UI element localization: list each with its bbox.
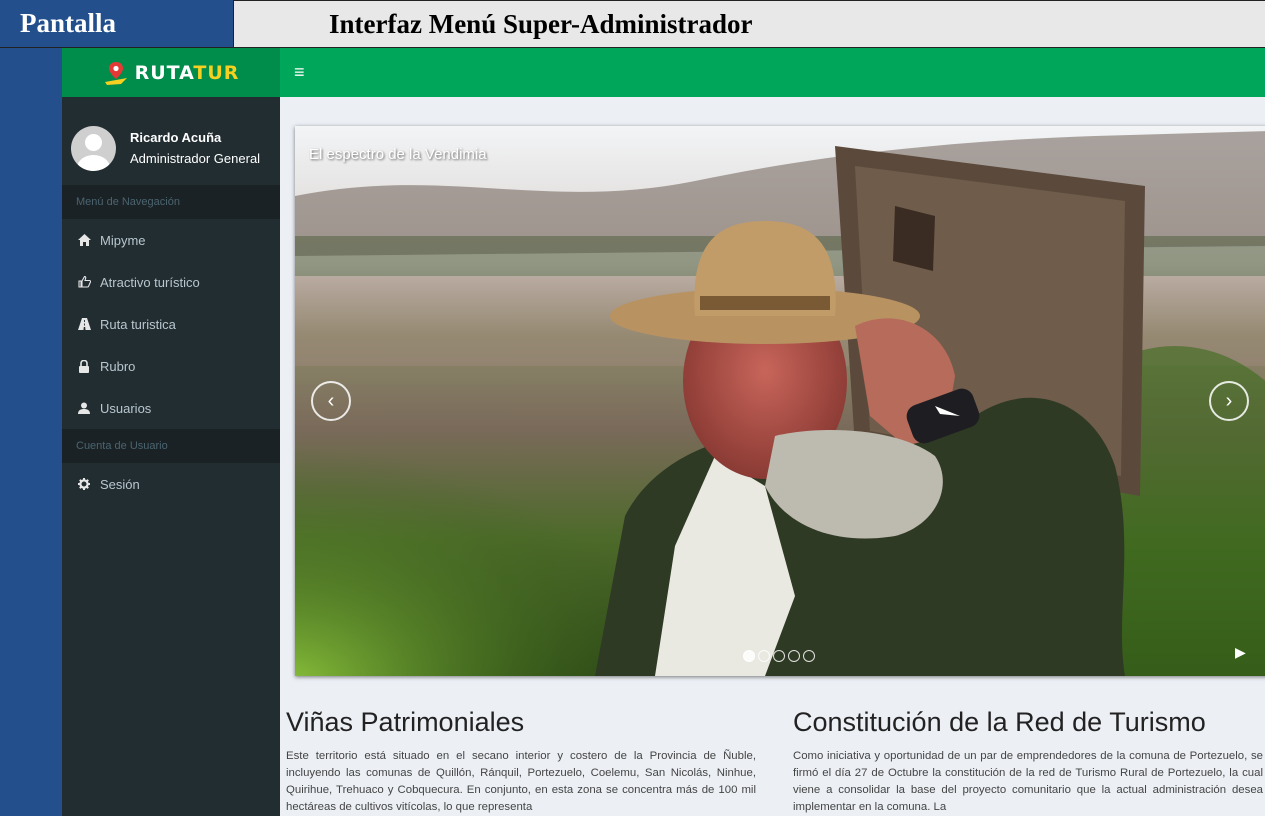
carousel-indicator[interactable] — [758, 650, 770, 662]
carousel-indicator[interactable] — [788, 650, 800, 662]
carousel-slide-image — [295, 126, 1265, 676]
menu-toggle-icon[interactable]: ≡ — [294, 62, 305, 83]
avatar — [71, 126, 116, 171]
thumbs-up-icon — [78, 276, 100, 288]
sidebar-item-label: Usuarios — [100, 400, 152, 416]
sidebar-item-rubro[interactable]: Rubro — [62, 345, 280, 387]
document-frame-left — [0, 0, 62, 816]
article-body: Este territorio está situado en el secan… — [286, 750, 756, 813]
nav-section-header: Menú de Navegación — [62, 185, 280, 219]
article-title: Constitución de la Red de Turismo — [793, 707, 1206, 737]
sidebar-item-label: Rubro — [100, 358, 136, 374]
main-content: El espectro de la Vendimia ‹ › ▶ Viñas P… — [280, 97, 1265, 816]
user-role: Administrador General — [130, 151, 261, 166]
user-icon — [78, 402, 100, 414]
road-icon — [78, 318, 100, 330]
carousel-indicators — [743, 650, 815, 662]
chevron-left-icon: ‹ — [327, 389, 335, 412]
lock-icon — [78, 359, 100, 373]
chevron-right-icon: › — [1225, 389, 1233, 412]
document-screen-title: Interfaz Menú Super-Administrador — [234, 0, 1265, 48]
document-screen-label: Pantalla — [0, 0, 234, 48]
carousel-indicator[interactable] — [773, 650, 785, 662]
sidebar-item-label: Mipyme — [100, 232, 146, 248]
article-body: Como iniciativa y oportunidad de un par … — [793, 750, 1263, 813]
sidebar-item-label: Sesión — [100, 476, 140, 492]
app-window: RUTATUR ≡ Ricardo Acuña Administrador Ge… — [62, 48, 1265, 816]
carousel-prev-button[interactable]: ‹ — [311, 381, 351, 421]
map-pin-icon — [104, 61, 127, 85]
sidebar-item-ruta[interactable]: Ruta turistica — [62, 303, 280, 345]
carousel-next-button[interactable]: › — [1209, 381, 1249, 421]
sidebar-item-sesion[interactable]: Sesión — [62, 463, 280, 505]
app-logo[interactable]: RUTATUR — [62, 48, 280, 97]
carousel-indicator[interactable] — [743, 650, 755, 662]
home-icon — [78, 234, 100, 246]
image-carousel[interactable]: El espectro de la Vendimia ‹ › ▶ — [295, 126, 1265, 676]
account-section-header: Cuenta de Usuario — [62, 429, 280, 463]
carousel-indicator[interactable] — [803, 650, 815, 662]
sidebar-item-label: Atractivo turístico — [100, 274, 200, 290]
sidebar: Ricardo Acuña Administrador General Menú… — [62, 97, 280, 816]
gear-icon — [78, 478, 100, 490]
user-panel: Ricardo Acuña Administrador General — [62, 97, 280, 177]
article-title: Viñas Patrimoniales — [286, 707, 525, 737]
article-card: Viñas Patrimoniales Este territorio está… — [286, 707, 756, 816]
logo-text: RUTATUR — [134, 61, 240, 84]
carousel-caption: El espectro de la Vendimia — [309, 146, 487, 163]
sidebar-item-usuarios[interactable]: Usuarios — [62, 387, 280, 429]
top-navbar: RUTATUR ≡ — [62, 48, 1265, 97]
user-name: Ricardo Acuña — [130, 130, 222, 145]
article-card: Constitución de la Red de Turismo Como i… — [793, 707, 1263, 816]
play-icon[interactable]: ▶ — [1235, 644, 1246, 661]
sidebar-item-atractivo[interactable]: Atractivo turístico — [62, 261, 280, 303]
sidebar-item-label: Ruta turistica — [100, 316, 176, 332]
sidebar-item-mipyme[interactable]: Mipyme — [62, 219, 280, 261]
